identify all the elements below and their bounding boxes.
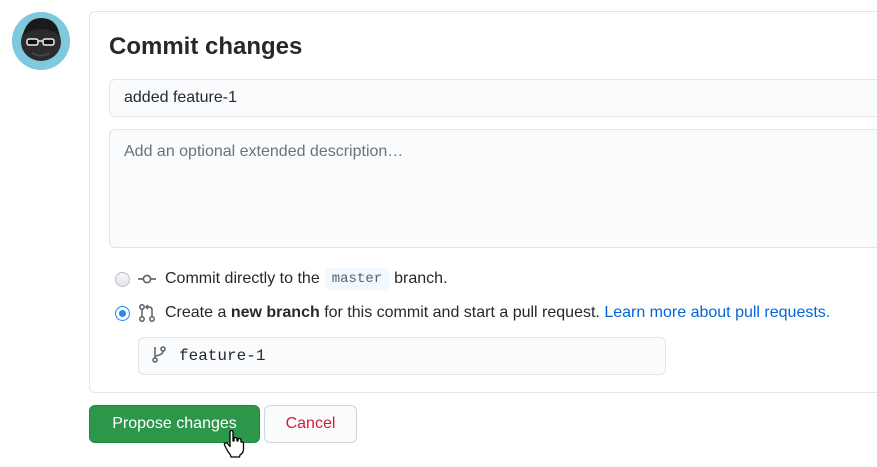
new-branch-bold: new branch <box>230 304 320 321</box>
hand-cursor-icon <box>223 429 247 463</box>
commit-description-textarea[interactable] <box>109 129 877 248</box>
target-branch-chip: master <box>324 268 390 290</box>
commit-summary-input[interactable] <box>109 79 877 117</box>
learn-more-pull-requests-link[interactable]: Learn more about pull requests. <box>604 304 830 322</box>
page-title: Commit changes <box>109 33 303 60</box>
commit-direct-suffix: branch. <box>394 270 448 287</box>
commit-direct-radio[interactable] <box>115 271 130 287</box>
new-branch-radio[interactable] <box>115 305 130 321</box>
branch-name-input[interactable] <box>177 346 631 366</box>
new-branch-option[interactable]: Create a new branch for this commit and … <box>115 303 830 323</box>
avatar[interactable] <box>12 12 70 70</box>
git-commit-icon <box>137 269 157 289</box>
commit-direct-option[interactable]: Commit directly to the master branch. <box>115 268 448 290</box>
commit-direct-prefix: Commit directly to the <box>165 270 320 287</box>
new-branch-prefix: Create a <box>165 304 227 321</box>
branch-name-field[interactable] <box>138 337 666 375</box>
cancel-button[interactable]: Cancel <box>264 405 357 443</box>
new-branch-suffix: for this commit and start a pull request… <box>324 304 600 321</box>
git-pull-request-icon <box>137 303 157 323</box>
git-branch-icon <box>151 345 167 368</box>
